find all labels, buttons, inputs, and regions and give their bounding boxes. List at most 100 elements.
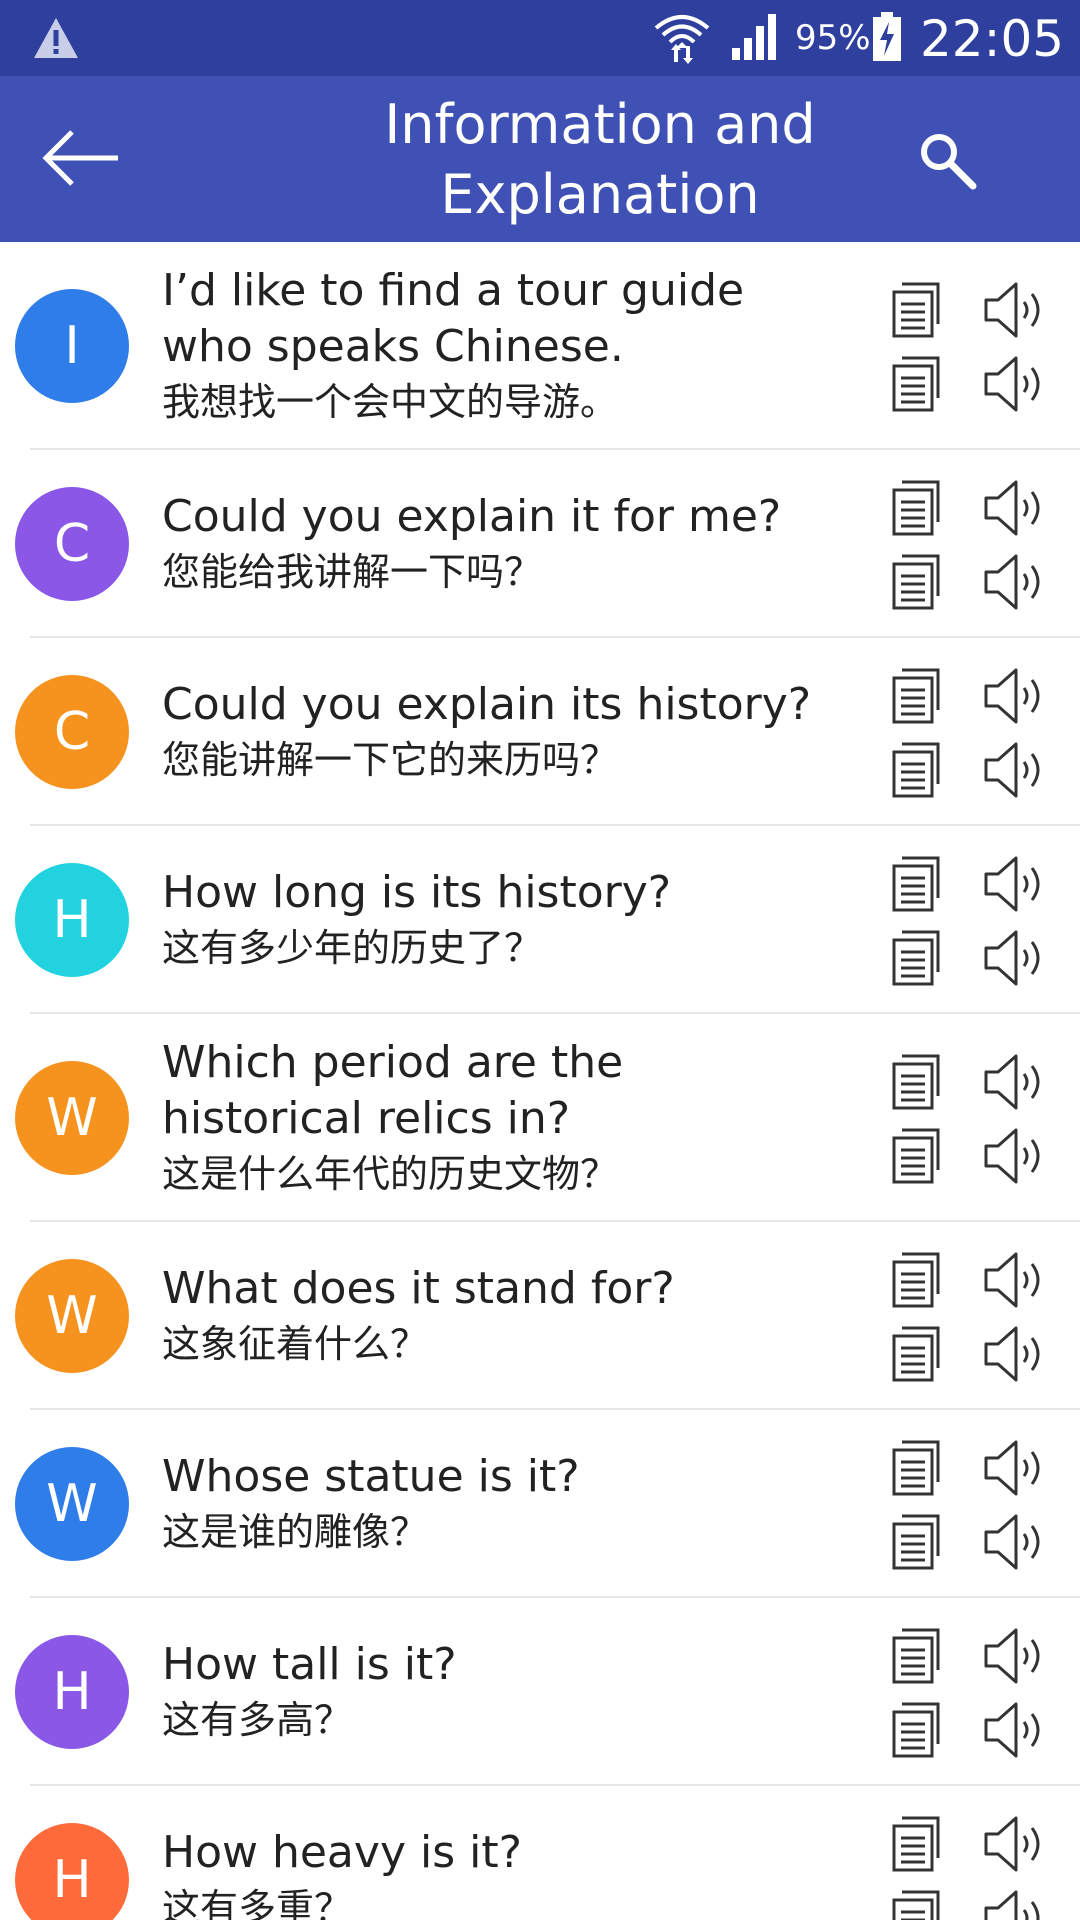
play-chinese-audio-icon[interactable] [982,1888,1052,1920]
chinese-phrase: 这象征着什么？ [162,1322,429,1366]
page-title-line-2: Explanation [440,163,760,226]
copy-chinese-icon[interactable] [888,1126,948,1186]
play-english-audio-icon[interactable] [982,1250,1052,1310]
status-bar: 95% 22:05 [0,0,1080,76]
phrase-actions [888,280,1068,412]
chinese-phrase: 这有多高？ [162,1698,353,1742]
phrase-texts: Which period are the historical relics i… [162,1035,822,1201]
page-title: Information and Explanation [300,90,900,230]
phrase-texts: How tall is it? 这有多高？ [162,1637,822,1747]
copy-chinese-icon[interactable] [888,1700,948,1760]
play-chinese-audio-icon[interactable] [982,1700,1052,1760]
english-phrase: I’d like to find a tour guide who speaks… [162,265,745,372]
letter-avatar: W [15,1447,129,1561]
play-english-audio-icon[interactable] [982,666,1052,726]
chinese-phrase: 您能给我讲解一下吗？ [162,550,543,594]
english-phrase: Which period are the historical relics i… [162,1037,624,1144]
phrase-row[interactable]: C Could you explain it for me? 您能给我讲解一下吗？ [0,450,1080,638]
copy-chinese-icon[interactable] [888,1324,948,1384]
copy-chinese-icon[interactable] [888,740,948,800]
copy-chinese-icon[interactable] [888,928,948,988]
english-phrase: Could you explain it for me? [162,491,782,542]
copy-chinese-icon[interactable] [888,1512,948,1572]
phrase-row[interactable]: W Which period are the historical relics … [0,1014,1080,1222]
phrase-row[interactable]: I I’d like to find a tour guide who speak… [0,242,1080,450]
english-phrase: What does it stand for? [162,1263,675,1314]
clock: 22:05 [920,10,1065,68]
chinese-phrase: 这是谁的雕像？ [162,1510,429,1554]
english-phrase: Whose statue is it? [162,1451,580,1502]
play-chinese-audio-icon[interactable] [982,1512,1052,1572]
english-phrase: How tall is it? [162,1639,457,1690]
phrase-actions [888,854,1068,986]
copy-chinese-icon[interactable] [888,552,948,612]
letter-avatar: I [15,289,129,403]
play-chinese-audio-icon[interactable] [982,552,1052,612]
copy-chinese-icon[interactable] [888,1888,948,1920]
play-chinese-audio-icon[interactable] [982,1324,1052,1384]
letter-avatar: H [15,1635,129,1749]
english-phrase: Could you explain its history? [162,679,812,730]
copy-english-icon[interactable] [888,1250,948,1310]
english-phrase: How heavy is it? [162,1827,522,1878]
chinese-phrase: 这是什么年代的历史文物？ [162,1152,619,1196]
letter-avatar: C [15,487,129,601]
page-title-line-1: Information and [384,93,816,156]
app-bar: Information and Explanation [0,76,1080,242]
play-english-audio-icon[interactable] [982,478,1052,538]
chinese-phrase: 我想找一个会中文的导游。 [162,380,619,424]
signal-icon [732,14,776,60]
phrase-texts: What does it stand for? 这象征着什么？ [162,1261,822,1371]
warning-icon [34,18,78,58]
phrase-list: I I’d like to find a tour guide who speak… [0,242,1080,1920]
chinese-phrase: 这有多重？ [162,1886,353,1920]
phrase-row[interactable]: H How long is its history? 这有多少年的历史了？ [0,826,1080,1014]
play-chinese-audio-icon[interactable] [982,1126,1052,1186]
phrase-actions [888,1052,1068,1184]
play-chinese-audio-icon[interactable] [982,928,1052,988]
phrase-actions [888,1814,1068,1920]
copy-english-icon[interactable] [888,478,948,538]
letter-avatar: H [15,1823,129,1920]
back-arrow-icon[interactable] [42,128,122,188]
play-english-audio-icon[interactable] [982,1052,1052,1112]
play-chinese-audio-icon[interactable] [982,740,1052,800]
copy-english-icon[interactable] [888,1626,948,1686]
phrase-actions [888,478,1068,610]
play-english-audio-icon[interactable] [982,1626,1052,1686]
phrase-texts: Whose statue is it? 这是谁的雕像？ [162,1449,822,1559]
phrase-texts: Could you explain its history? 您能讲解一下它的来历… [162,677,822,787]
play-english-audio-icon[interactable] [982,1814,1052,1874]
phrase-row[interactable]: W What does it stand for? 这象征着什么？ [0,1222,1080,1410]
chinese-phrase: 您能讲解一下它的来历吗？ [162,738,619,782]
copy-english-icon[interactable] [888,280,948,340]
phrase-row[interactable]: H How tall is it? 这有多高？ [0,1598,1080,1786]
search-icon[interactable] [915,128,979,192]
letter-avatar: W [15,1259,129,1373]
copy-english-icon[interactable] [888,854,948,914]
wifi-icon [654,15,710,64]
phrase-row[interactable]: C Could you explain its history? 您能讲解一下它的来… [0,638,1080,826]
english-phrase: How long is its history? [162,867,672,918]
play-chinese-audio-icon[interactable] [982,354,1052,414]
play-english-audio-icon[interactable] [982,280,1052,340]
copy-english-icon[interactable] [888,1052,948,1112]
phrase-texts: How long is its history? 这有多少年的历史了？ [162,865,822,975]
phrase-actions [888,1250,1068,1382]
play-english-audio-icon[interactable] [982,1438,1052,1498]
copy-english-icon[interactable] [888,666,948,726]
copy-english-icon[interactable] [888,1814,948,1874]
phrase-actions [888,1438,1068,1570]
battery-charging-icon [873,12,901,61]
letter-avatar: C [15,675,129,789]
phrase-row[interactable]: H How heavy is it? 这有多重？ [0,1786,1080,1920]
copy-english-icon[interactable] [888,1438,948,1498]
play-english-audio-icon[interactable] [982,854,1052,914]
phrase-texts: I’d like to find a tour guide who speaks… [162,263,822,429]
copy-chinese-icon[interactable] [888,354,948,414]
phrase-actions [888,1626,1068,1758]
chinese-phrase: 这有多少年的历史了？ [162,926,543,970]
phrase-actions [888,666,1068,798]
letter-avatar: H [15,863,129,977]
phrase-row[interactable]: W Whose statue is it? 这是谁的雕像？ [0,1410,1080,1598]
